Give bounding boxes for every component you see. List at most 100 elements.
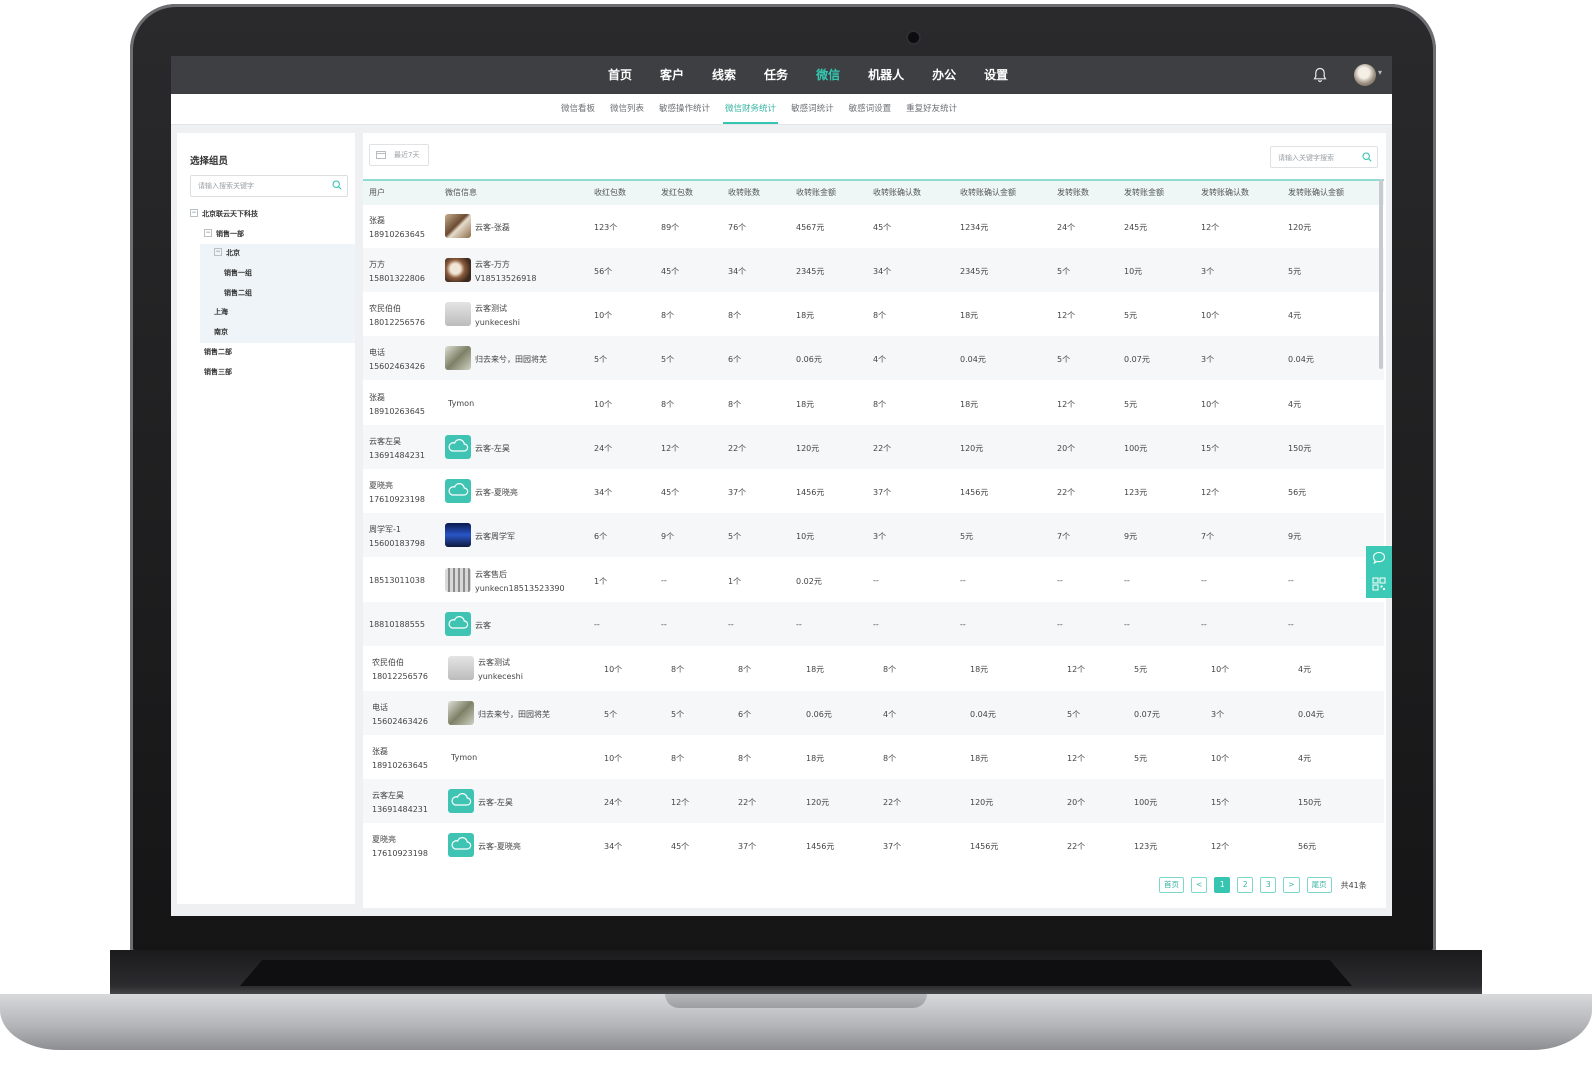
first-page-button[interactable]: 首页	[1159, 877, 1184, 893]
nav-item[interactable]: 设置	[975, 56, 1017, 94]
page-1-button[interactable]: 1	[1214, 877, 1231, 893]
subnav-item[interactable]: 敏感词设置	[849, 94, 892, 124]
nav-item[interactable]: 客户	[651, 56, 693, 94]
nav-item[interactable]: 机器人	[859, 56, 913, 94]
table-row[interactable]: 张磊 18910263645 Tymon 10个 8个 8个 18元 8个 18元 12个 5元 10…	[363, 381, 1384, 425]
tree-node[interactable]: 南京	[200, 323, 355, 343]
nav-item[interactable]: 线索	[703, 56, 745, 94]
subnav-item[interactable]: 微信列表	[610, 94, 644, 124]
table-row[interactable]: 张磊 18910263645 云客-张磊 123个 89个 76个 4567元 45个 1234…	[363, 204, 1384, 248]
prev-page-button[interactable]: <	[1191, 877, 1208, 893]
stat-cell: --	[594, 620, 600, 629]
stat-cell: 4个	[873, 355, 887, 364]
total-count: 共41条	[1340, 880, 1367, 890]
member-panel: 选择组员 请输入搜索关键字 − 北京联云天下科技 − 销售一部 − 北京 销售一组 销售二组上…	[177, 133, 355, 904]
stat-cell: 10个	[604, 665, 623, 674]
chevron-down-icon[interactable]: ▾	[1378, 68, 1382, 77]
stat-cell: 120元	[796, 444, 820, 453]
column-header: 发转账数	[1057, 188, 1089, 197]
table-row[interactable]: 电话 15602463426 归去来兮，田园将芜 5个 5个 6个 0.06元 4个 0.04元…	[363, 691, 1384, 735]
tree-toggle-icon[interactable]: −	[190, 209, 198, 217]
subnav-item[interactable]: 微信财务统计	[723, 94, 779, 124]
table-scrollbar[interactable]	[1379, 179, 1383, 369]
stat-cell: 45个	[671, 842, 690, 851]
stat-cell: 4元	[1298, 665, 1312, 674]
avatar[interactable]	[1354, 64, 1376, 86]
subnav-item[interactable]: 重复好友统计	[906, 94, 957, 124]
user-phone: 18910263645	[372, 761, 428, 770]
stat-cell: 10个	[594, 400, 613, 409]
tree-node[interactable]: 销售一组	[200, 264, 355, 284]
stat-cell: 10个	[1211, 665, 1230, 674]
table-row[interactable]: 农民伯伯 18012256576 云客测试 yunkeceshi 10个 8个 8个 18元 8…	[363, 292, 1384, 336]
stat-cell: --	[1288, 620, 1294, 629]
page-2-button[interactable]: 2	[1237, 877, 1254, 893]
stat-cell: --	[728, 620, 734, 629]
qrcode-icon[interactable]	[1372, 577, 1386, 591]
chat-icon[interactable]	[1372, 551, 1386, 565]
last-page-button[interactable]: 尾页	[1306, 877, 1332, 893]
nav-item[interactable]: 微信	[807, 56, 849, 94]
pagination: 首页 < 1 2 3 > 尾页 共41条	[1159, 876, 1367, 894]
tree-toggle-icon[interactable]: −	[204, 228, 212, 237]
stat-cell: 1个	[594, 577, 608, 586]
table-row[interactable]: 云客左昊 13691484231 云客-左昊 24个 12个 22个 120元 22个 120元…	[363, 779, 1384, 823]
tree-node[interactable]: 销售二部	[177, 343, 355, 363]
sub-navbar: 微信看板 微信列表 敏感操作统计 微信财务统计 敏感词统计 敏感词设置 重复好友统计	[171, 94, 1392, 125]
stat-cell: 5个	[661, 355, 675, 364]
table-row[interactable]: 电话 15602463426 归去来兮，田园将芜 5个 5个 6个 0.06元 4个 0.04元…	[363, 336, 1384, 380]
wechat-name: 云客-左昊	[475, 444, 510, 453]
tree-toggle-icon[interactable]: −	[214, 248, 222, 257]
stat-cell: 12个	[1057, 311, 1076, 320]
stat-cell: 0.07元	[1124, 355, 1150, 364]
stat-cell: 5个	[728, 532, 742, 541]
stat-cell: --	[1124, 576, 1130, 585]
subnav-item[interactable]: 敏感词统计	[791, 94, 834, 124]
stat-cell: 5个	[594, 355, 608, 364]
search-icon[interactable]	[332, 180, 342, 190]
table-row[interactable]: 18810188555 云客 -- -- -- -- -- -- -- -- -- --	[363, 602, 1384, 646]
stat-cell: 24个	[604, 798, 623, 807]
table-row[interactable]: 夏晓亮 17610923198 云客-夏晓亮 34个 45个 37个 1456元 37个 145…	[363, 469, 1384, 513]
page-3-button[interactable]: 3	[1260, 877, 1277, 893]
stat-cell: 24个	[1057, 223, 1076, 232]
table-row[interactable]: 张磊 18910263645 Tymon 10个 8个 8个 18元 8个 18元 12个 5元 10…	[363, 735, 1384, 779]
stat-cell: 8个	[661, 311, 675, 320]
tree-node[interactable]: 销售二组	[200, 283, 355, 304]
subnav-item[interactable]: 敏感操作统计	[659, 94, 710, 124]
stat-cell: 24个	[594, 444, 613, 453]
next-page-button[interactable]: >	[1283, 877, 1300, 893]
nav-item[interactable]: 办公	[923, 56, 965, 94]
keyword-search-input[interactable]: 请输入关键字搜索	[1270, 146, 1378, 168]
column-header: 发转账金额	[1124, 188, 1164, 197]
stat-cell: 4元	[1288, 400, 1302, 409]
tree-node[interactable]: 销售三部	[177, 363, 355, 383]
table-row[interactable]: 周学军-1 15600183798 云客周学军 6个 9个 5个 10元 3个 5元 7个 9元 7个…	[363, 513, 1384, 557]
table-row[interactable]: 云客左昊 13691484231 云客-左昊 24个 12个 22个 120元 22个 120元…	[363, 425, 1384, 469]
nav-item[interactable]: 首页	[599, 56, 641, 94]
table-row[interactable]: 农民伯伯 18012256576 云客测试 yunkeceshi 10个 8个 8个 18元 8…	[363, 646, 1384, 690]
subnav-item[interactable]: 微信看板	[561, 94, 595, 124]
search-icon[interactable]	[1362, 152, 1372, 162]
date-range-label: 最近7天	[394, 151, 420, 159]
cloud-avatar-icon	[448, 833, 474, 857]
column-header: 微信信息	[445, 188, 477, 197]
user-name: 电话	[372, 703, 388, 712]
nav-item[interactable]: 任务	[755, 56, 797, 94]
table-row[interactable]: 夏晓亮 17610923198 云客-夏晓亮 34个 45个 37个 1456元 37个 145…	[363, 823, 1384, 867]
stat-cell: 8个	[671, 754, 685, 763]
stat-cell: 9个	[661, 532, 675, 541]
tree-node[interactable]: − 北京联云天下科技	[177, 205, 355, 225]
tree-node[interactable]: 上海	[200, 303, 355, 324]
wechat-name: 归去来兮，田园将芜	[475, 355, 547, 364]
date-range-picker[interactable]: 最近7天	[369, 144, 429, 166]
table-row[interactable]: 万方 15801322806 云客-万方 V18513526918 56个 45个 34个 2…	[363, 248, 1384, 292]
bell-icon[interactable]	[1313, 67, 1327, 83]
stat-cell: 120元	[806, 798, 830, 807]
table-row[interactable]: 18513011038 云客售后 yunkecn18513523390 1个 -- 1个 0…	[363, 558, 1384, 602]
member-search-input[interactable]: 请输入搜索关键字	[190, 175, 348, 197]
stat-cell: 4567元	[796, 223, 825, 232]
tree-node[interactable]: − 北京	[200, 244, 355, 265]
tree-node[interactable]: − 销售一部	[177, 225, 355, 245]
search-placeholder: 请输入搜索关键字	[198, 182, 254, 190]
